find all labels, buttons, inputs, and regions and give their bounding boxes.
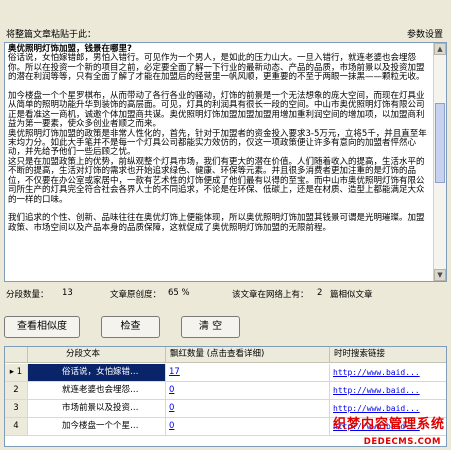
segments-value: 13 — [62, 288, 73, 298]
scroll-up-icon[interactable]: ▲ — [434, 43, 446, 55]
table-row[interactable]: 2 就连老婆也会埋怨… 0 http://www.baid... — [5, 382, 446, 400]
grid-header-link[interactable]: 时时搜索链接 — [330, 347, 446, 363]
clear-button[interactable]: 清 空 — [181, 316, 240, 338]
vertical-scrollbar[interactable]: ▲ ▼ — [433, 43, 446, 281]
stats-bar: 分段数量： 13 文章原创度： 65 % 该文章在网络上有： 2 篇相似文章 — [0, 288, 451, 302]
header-bar: 将整篇文章粘贴于此： 参数设置 — [0, 0, 451, 42]
check-similarity-button[interactable]: 查看相似度 — [4, 316, 80, 338]
row-indicator: 4 — [5, 418, 28, 435]
article-textarea[interactable]: 奥优照明灯饰加盟，钱景在哪里? 俗话说，女怕嫁错郎，男怕入错行。可见作为一个男人… — [4, 42, 447, 282]
article-body: 俗话说，女怕嫁错郎，男怕入错行。可见作为一个男人，是如此的压力山大。一旦入错行，… — [8, 53, 427, 233]
row-text: 就连老婆也会埋怨… — [28, 382, 166, 399]
row-search-link[interactable]: http://www.baid... — [330, 364, 446, 381]
row-count-link[interactable]: 0 — [166, 418, 330, 435]
scroll-thumb[interactable] — [435, 103, 445, 183]
row-indicator: ▸ 1 — [5, 364, 28, 381]
row-text: 市场前景以及投资… — [28, 400, 166, 417]
row-indicator: 2 — [5, 382, 28, 399]
scroll-down-icon[interactable]: ▼ — [434, 269, 446, 281]
row-text: 加今楼盘一个个星… — [28, 418, 166, 435]
settings-link[interactable]: 参数设置 — [407, 27, 443, 40]
originality-value: 65 % — [168, 288, 190, 298]
watermark-domain: DEDECMS.COM — [363, 437, 441, 447]
found-value: 2 — [317, 288, 323, 298]
row-text: 俗话说，女怕嫁错… — [28, 364, 166, 381]
article-text[interactable]: 奥优照明灯饰加盟，钱景在哪里? 俗话说，女怕嫁错郎，男怕入错行。可见作为一个男人… — [5, 43, 433, 281]
paste-instruction-label: 将整篇文章粘贴于此： — [6, 30, 97, 40]
check-button[interactable]: 检查 — [101, 316, 160, 338]
grid-header-count[interactable]: 飘红数量 (点击查看详细) — [166, 347, 330, 363]
segments-label: 分段数量： — [6, 290, 49, 300]
table-row[interactable]: ▸ 1 俗话说，女怕嫁错… 17 http://www.baid... — [5, 364, 446, 382]
row-count-link[interactable]: 17 — [166, 364, 330, 381]
row-count-link[interactable]: 0 — [166, 400, 330, 417]
grid-header-text[interactable]: 分段文本 — [28, 347, 166, 363]
grid-header-corner — [5, 347, 28, 363]
row-count-link[interactable]: 0 — [166, 382, 330, 399]
originality-label: 文章原创度： — [110, 290, 162, 300]
row-indicator: 3 — [5, 400, 28, 417]
row-search-link[interactable]: http://www.baid... — [330, 382, 446, 399]
watermark-title: 织梦内容管理系统 — [332, 417, 445, 432]
grid-header-row: 分段文本 飘红数量 (点击查看详细) 时时搜索链接 — [5, 347, 446, 363]
found-suffix: 篇相似文章 — [330, 290, 373, 300]
found-label: 该文章在网络上有： — [232, 290, 309, 300]
